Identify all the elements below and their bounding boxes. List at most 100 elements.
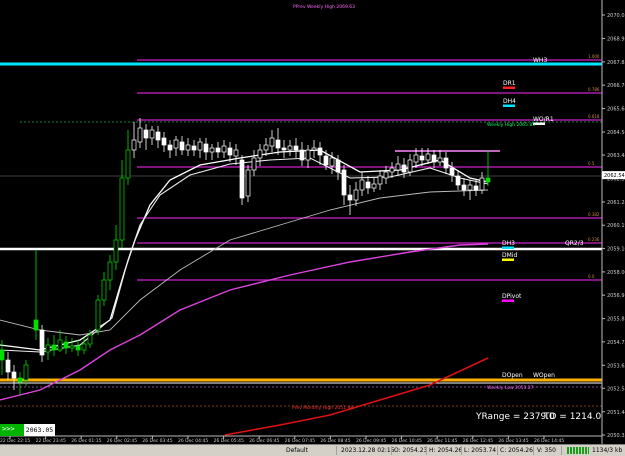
candle-body [329, 157, 335, 167]
candle-body [443, 157, 449, 169]
td-stat: TD = 1214.0 [543, 412, 601, 422]
candle-body [63, 341, 69, 349]
candle-body [389, 167, 395, 173]
candle-body [5, 359, 11, 373]
candle-body [125, 149, 131, 179]
candle-body [377, 175, 383, 185]
candle-body [221, 145, 227, 153]
fib-level-label: 0.618 [588, 114, 600, 119]
candle-body [161, 137, 167, 146]
price-tick-label: 2061.28 [607, 200, 625, 206]
candle-body [251, 157, 257, 171]
candle-body [107, 261, 113, 281]
level-label: WOpen [533, 372, 555, 379]
candle-body [203, 143, 209, 153]
candle-body [131, 139, 137, 151]
candle-body [51, 344, 57, 351]
candle-body [191, 145, 197, 151]
price-chart[interactable]: 1.000 0.786 0.618 0.5 0.382 0.236 0.0 WH3 DR1 DH… [0, 0, 625, 444]
fib-level-label: 1.000 [588, 54, 600, 59]
candle-body [173, 139, 179, 149]
candle-body [473, 185, 479, 191]
level-label: WH3 [533, 57, 547, 64]
status-bar: Default 2023.12.28 02:15 O: 2054.23 H: 2… [0, 444, 625, 456]
candle-body [311, 147, 317, 151]
candle-body [395, 163, 401, 171]
candle-body [239, 159, 245, 199]
price-tick-label: 2066.76 [607, 83, 625, 89]
expand-arrow-icon[interactable]: >>> [2, 425, 15, 433]
level-label: DH3 [502, 240, 515, 247]
level-label: DOpen [502, 372, 523, 379]
candle-body [419, 155, 425, 161]
candle-body [45, 344, 51, 353]
candle-body [215, 147, 221, 153]
price-tick-label: 2064.56 [607, 130, 625, 136]
candle-body [57, 339, 63, 351]
level-label: DR1 [503, 80, 516, 87]
candle-body [449, 167, 455, 176]
candle-body [75, 345, 81, 351]
candle-body [413, 154, 419, 163]
candle-body [143, 129, 149, 139]
price-tick-label: 2050.35 [607, 433, 625, 439]
candle-body [269, 137, 275, 147]
status-profile[interactable]: Default [286, 447, 308, 454]
status-high: H: 2054.26 [429, 447, 463, 454]
candle-body [323, 155, 329, 166]
level-label: DPivot [502, 293, 522, 300]
status-volume: V: 350 [537, 447, 556, 454]
candle-body [33, 319, 39, 331]
price-tick-label: 2058.00 [607, 270, 625, 276]
candle-body [119, 177, 125, 241]
candle-body [431, 154, 437, 163]
candle-body [113, 239, 119, 263]
fib-level-label: 0.0 [588, 274, 595, 279]
candle-body [425, 153, 431, 161]
candle-body [461, 184, 467, 191]
candle-body [281, 147, 287, 151]
candle-body [287, 145, 293, 151]
price-tick-label: 2070.05 [607, 13, 625, 19]
candle-body [95, 299, 101, 331]
candle-body [353, 189, 359, 201]
chart-annotation: Weekly High 2065.85 [487, 122, 535, 128]
candle-body [317, 147, 323, 156]
fib-level-label: 0.5 [588, 161, 595, 166]
candle-body [401, 164, 407, 173]
current-price-tag[interactable]: >>> 2063.05 [0, 424, 55, 436]
price-tag-value: 2063.05 [24, 424, 55, 436]
candle-body [479, 177, 485, 191]
candle-body [485, 177, 491, 183]
candle-body [137, 127, 143, 143]
price-tick-label: 2068.95 [607, 36, 625, 42]
price-tick-label: 2060.19 [607, 223, 625, 229]
fib-level-label: 0.236 [588, 237, 600, 242]
price-tick-label: 2054.72 [607, 340, 625, 346]
status-connection-icon [567, 447, 589, 454]
candle-body [149, 129, 155, 139]
candle-body [69, 345, 75, 349]
candle-body [257, 149, 263, 159]
candle-body [179, 141, 185, 151]
candle-body [305, 149, 311, 161]
status-close: C: 2054.26 [500, 447, 533, 454]
candle-body [23, 364, 29, 381]
candle-body [39, 329, 45, 356]
level-marker [503, 104, 515, 107]
candle-body [407, 159, 413, 173]
level-label: WO/R1 [533, 116, 554, 123]
status-low: L: 2053.74 [464, 447, 497, 454]
current-price-label: 2062.54 [604, 173, 625, 179]
candle-body [233, 149, 239, 157]
candle-body [293, 145, 299, 151]
price-tick-label: 2055.81 [607, 317, 625, 323]
level-marker [502, 246, 514, 249]
candle-body [455, 175, 461, 186]
chart-annotation: Weekly Low 2053.27 [487, 385, 534, 391]
candle-body [359, 179, 365, 191]
chart-annotation: PPrev Weekly High 2069.63 [293, 4, 355, 10]
candle-body [81, 343, 87, 351]
candle-body [383, 171, 389, 179]
price-tick-label: 2063.48 [607, 153, 625, 159]
